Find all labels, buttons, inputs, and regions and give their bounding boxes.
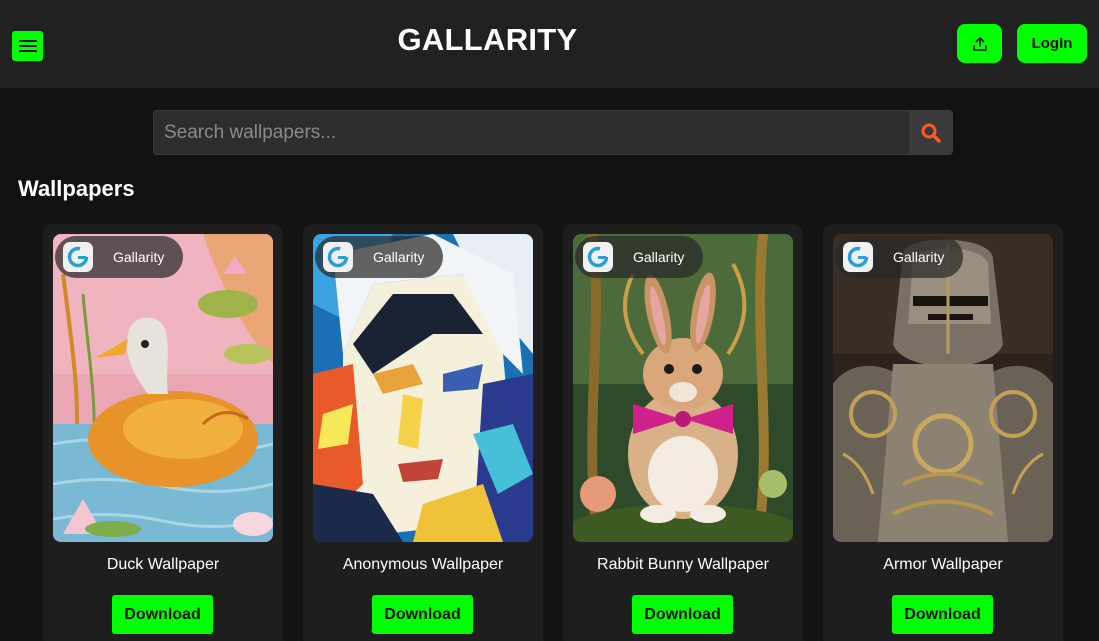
wallpaper-image-rabbit[interactable]: Gallarity (573, 234, 793, 542)
wallpaper-card: Gallarity Duck Wallpaper Download (43, 224, 283, 641)
badge-label: Gallarity (373, 249, 425, 265)
gallarity-logo-icon (63, 242, 93, 272)
upload-button[interactable] (957, 24, 1002, 63)
upload-icon (972, 36, 987, 51)
search-input[interactable] (154, 111, 911, 154)
gallarity-badge: Gallarity (835, 236, 963, 278)
gallarity-badge: Gallarity (575, 236, 703, 278)
badge-label: Gallarity (893, 249, 945, 265)
search-button[interactable] (909, 111, 952, 154)
badge-label: Gallarity (633, 249, 685, 265)
wallpaper-image-armor[interactable]: Gallarity (833, 234, 1053, 542)
wallpaper-title: Anonymous Wallpaper (342, 556, 504, 573)
brand-title: GALLARITY (397, 22, 578, 57)
gallarity-logo-icon (323, 242, 353, 272)
wallpaper-image-anonymous[interactable]: Gallarity (313, 234, 533, 542)
wallpaper-card: Gallarity Rabbit Bunny Wallpaper Downloa… (563, 224, 803, 641)
wallpaper-image-duck[interactable]: Gallarity (53, 234, 273, 542)
wallpaper-title: Rabbit Bunny Wallpaper (597, 556, 769, 573)
gallarity-badge: Gallarity (55, 236, 183, 278)
download-button[interactable]: Download (892, 595, 993, 634)
search-bar (153, 110, 953, 155)
wallpaper-card: Gallarity Armor Wallpaper Download (823, 224, 1063, 641)
top-header: GALLARITY LogIn (0, 0, 1099, 88)
wallpaper-title: Duck Wallpaper (106, 556, 220, 573)
gallarity-logo-icon (843, 242, 873, 272)
download-button[interactable]: Download (112, 595, 213, 634)
section-title: Wallpapers (18, 176, 135, 201)
gallarity-badge: Gallarity (315, 236, 443, 278)
badge-label: Gallarity (113, 249, 165, 265)
search-icon (921, 123, 941, 143)
download-button[interactable]: Download (632, 595, 733, 634)
wallpaper-card: Gallarity Anonymous Wallpaper Download (303, 224, 543, 641)
wallpaper-title: Armor Wallpaper (883, 556, 1003, 573)
download-button[interactable]: Download (372, 595, 473, 634)
gallarity-logo-icon (583, 242, 613, 272)
login-button[interactable]: LogIn (1017, 24, 1087, 63)
